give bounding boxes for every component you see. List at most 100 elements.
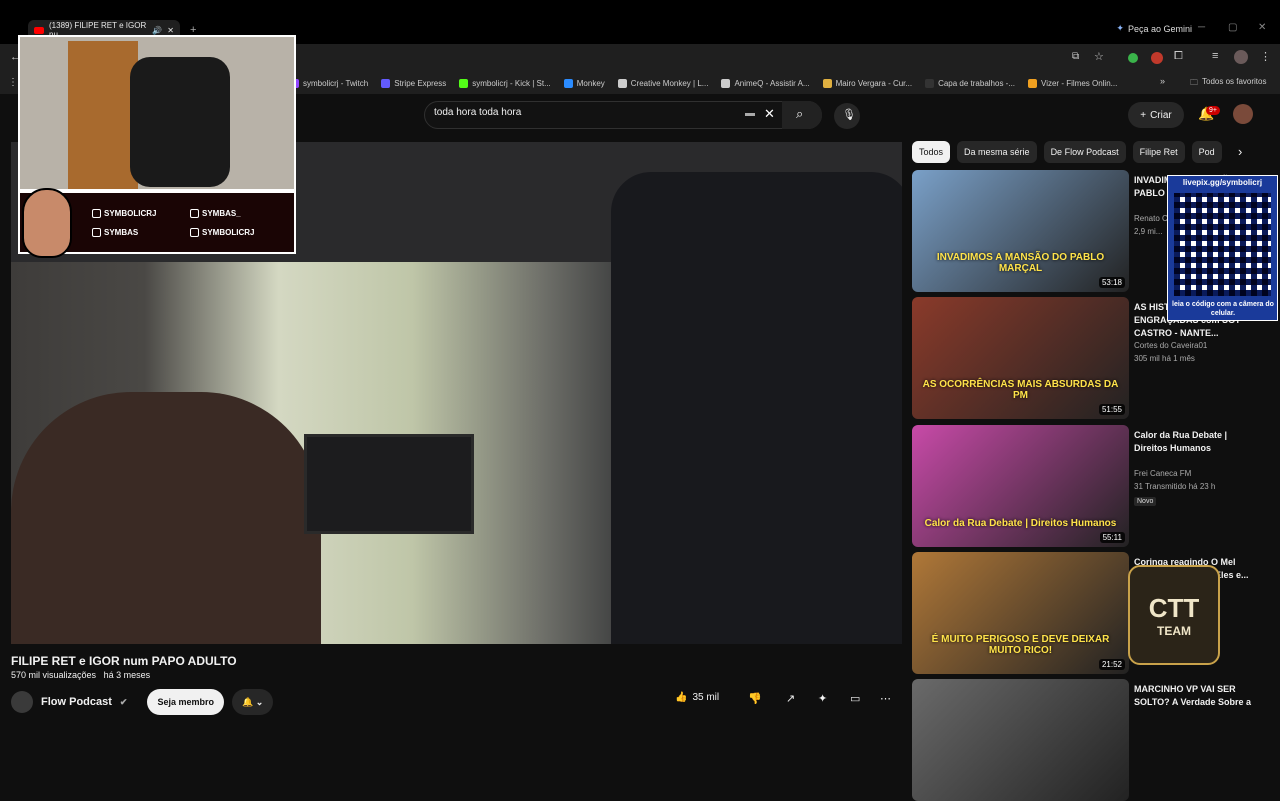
recommendation-item[interactable]: Calor da Rua Debate | Direitos Humanos 55… (912, 425, 1272, 547)
qr-title: livepix.gg/symbolicrj (1182, 178, 1263, 187)
close-window-icon[interactable]: ✕ (1258, 22, 1266, 33)
chip-4[interactable]: Pod (1191, 141, 1222, 163)
channel-name[interactable]: Flow Podcast (41, 696, 112, 708)
microphone-icon: 🎙 (842, 109, 856, 121)
qr-caption: leia o código com a câmera do celular. (1172, 301, 1274, 317)
chip-0[interactable]: Todos (912, 141, 951, 163)
view-count: 570 mil visualizações (11, 670, 97, 680)
more-actions-icon[interactable]: ⋯ (880, 692, 891, 705)
gemini-button[interactable]: ✦ Peça ao Gemini (1116, 23, 1192, 34)
recommendation-title[interactable]: Calor da Rua Debate | Direitos Humanos (1134, 429, 1252, 455)
notification-toggle-button[interactable]: 🔔 ⌄ (231, 689, 274, 715)
thumbnail-caption: É MUITO PERIGOSO E DEVE DEIXAR MUITO RIC… (931, 634, 1110, 656)
bookmark-item[interactable]: Creative Monkey | L... (617, 78, 708, 88)
minimize-icon[interactable]: ─ (1198, 22, 1205, 33)
duration-badge: 55:11 (1099, 532, 1125, 543)
chevron-right-icon[interactable]: › (1238, 144, 1242, 159)
recommendation-meta: 305 mil há 1 mês (1134, 354, 1195, 363)
recommendation-thumbnail[interactable]: INVADIMOS A MANSÃO DO PABLO MARÇAL 53:18 (912, 170, 1129, 292)
channel-avatar[interactable] (11, 691, 33, 713)
recommendation-item[interactable]: MARCINHO VP VAI SER SOLTO? A Verdade Sob… (912, 679, 1272, 801)
search-button[interactable]: ⌕ (782, 101, 822, 129)
search-input[interactable]: toda hora toda hora (434, 107, 521, 118)
bookmark-favicon-icon (563, 78, 573, 88)
recommendation-channel[interactable]: Cortes do Caveira01 (1134, 341, 1207, 350)
bookmark-label: AnimeQ - Assistir A... (734, 78, 810, 88)
extensions-puzzle-icon[interactable]: ⧠ (1174, 50, 1183, 63)
bookmark-favicon-icon (617, 78, 627, 88)
thumbs-down-icon[interactable]: 👎 (748, 692, 762, 705)
bookmark-item[interactable]: Monkey (563, 78, 605, 88)
bookmark-label: Monkey (576, 78, 605, 88)
share-icon[interactable]: ↗ (786, 692, 795, 705)
clear-search-icon[interactable]: ✕ (764, 106, 775, 122)
keyboard-icon[interactable]: ▬ (745, 108, 755, 119)
social-label: SYMBAS (104, 228, 139, 237)
bookmark-item[interactable]: Mairo Vergara - Cur... (822, 78, 912, 88)
bookmarks-overflow-icon[interactable]: » (1160, 76, 1165, 86)
install-app-icon[interactable]: ⧉ (1072, 51, 1079, 62)
bookmark-label: Vizer - Filmes Onlin... (1041, 78, 1118, 88)
gaming-chair-shape (130, 57, 230, 187)
media-control-icon[interactable]: ≡ (1212, 50, 1218, 62)
bookmark-item[interactable]: symbolicrj - Twitch (290, 78, 369, 88)
thumbnail-caption: Calor da Rua Debate | Direitos Humanos (924, 518, 1117, 529)
bookmark-item[interactable]: Vizer - Filmes Onlin... (1028, 78, 1118, 88)
recommendation-thumbnail[interactable]: Calor da Rua Debate | Direitos Humanos 55… (912, 425, 1129, 547)
recommendation-thumbnail[interactable] (912, 679, 1129, 801)
verified-icon: ✔ (119, 696, 128, 707)
extension-red-icon[interactable] (1151, 52, 1163, 64)
voice-search-button[interactable]: 🎙 (834, 103, 860, 129)
bookmark-item[interactable]: symbolicrj - Kick | St... (459, 78, 551, 88)
join-button[interactable]: Seja membro (147, 689, 224, 715)
extension-green-icon[interactable] (1128, 53, 1138, 63)
channel-row: Flow Podcast ✔ Seja membro 🔔 ⌄ (11, 689, 274, 715)
thumbnail-caption: AS OCORRÊNCIAS MAIS ABSURDAS DA PM (922, 379, 1119, 401)
qr-code-image (1174, 193, 1271, 296)
chip-1[interactable]: Da mesma série (957, 141, 1037, 163)
chip-3[interactable]: Filipe Ret (1132, 141, 1185, 163)
maximize-icon[interactable]: ▢ (1228, 22, 1237, 33)
recommendation-thumbnail[interactable]: AS OCORRÊNCIAS MAIS ABSURDAS DA PM 51:55 (912, 297, 1129, 419)
related-chips: Todos Da mesma série De Flow Podcast Filipe… (912, 141, 1222, 163)
youtube-favicon-icon (34, 26, 44, 34)
account-avatar[interactable] (1233, 104, 1253, 124)
recommendation-channel[interactable]: Frei Caneca FM (1134, 469, 1191, 478)
twitch-icon (92, 209, 101, 218)
recommendation-meta: 2,9 mi... (1134, 227, 1163, 236)
tab-close-icon[interactable]: ✕ (167, 26, 174, 35)
recommendation-thumbnail[interactable]: É MUITO PERIGOSO E DEVE DEIXAR MUITO RIC… (912, 552, 1129, 674)
recommendation-meta: 31 Transmitido há 23 h (1134, 482, 1216, 491)
tab-audio-icon[interactable]: 🔊 (152, 26, 162, 35)
bookmark-item[interactable]: AnimeQ - Assistir A... (721, 78, 810, 88)
all-bookmarks-link[interactable]: 🗀 Todos os favoritos (1190, 77, 1266, 91)
bookmark-favicon-icon (721, 78, 731, 88)
thanks-icon[interactable]: ✦ (818, 692, 827, 705)
duration-badge: 53:18 (1098, 277, 1125, 288)
social-label: SYMBAS_ (202, 209, 241, 218)
door-shape (68, 41, 138, 189)
search-icon: ⌕ (796, 106, 804, 121)
browser-menu-icon[interactable]: ⋮ (1260, 50, 1271, 63)
instagram-icon (190, 228, 199, 237)
tiktok-icon (190, 209, 199, 218)
save-icon[interactable]: ▭ (850, 692, 860, 705)
notification-badge: 9+ (1206, 106, 1220, 115)
chip-2[interactable]: De Flow Podcast (1043, 141, 1126, 163)
bookmark-label: Capa de trabalhos -... (938, 78, 1016, 88)
like-button[interactable]: 👍 35 mil (675, 692, 719, 703)
gemini-label: Peça ao Gemini (1127, 23, 1192, 34)
bookmark-item[interactable]: Stripe Express (381, 78, 446, 88)
profile-icon[interactable] (1234, 50, 1248, 64)
bookmark-label: symbolicrj - Twitch (303, 78, 369, 88)
bookmark-item[interactable]: Capa de trabalhos -... (925, 78, 1016, 88)
bookmark-star-icon[interactable]: ☆ (1094, 50, 1104, 63)
plus-icon: + (1140, 109, 1147, 121)
create-label: Criar (1150, 109, 1172, 121)
create-button[interactable]: + Criar (1128, 102, 1184, 128)
livepix-qr-overlay: livepix.gg/symbolicrj leia o código com … (1167, 175, 1278, 321)
bookmark-favicon-icon (1028, 78, 1038, 88)
webcam-overlay (18, 35, 296, 191)
thumbnail-caption: INVADIMOS A MANSÃO DO PABLO MARÇAL (936, 252, 1105, 274)
recommendation-title[interactable]: MARCINHO VP VAI SER SOLTO? A Verdade Sob… (1134, 683, 1252, 709)
